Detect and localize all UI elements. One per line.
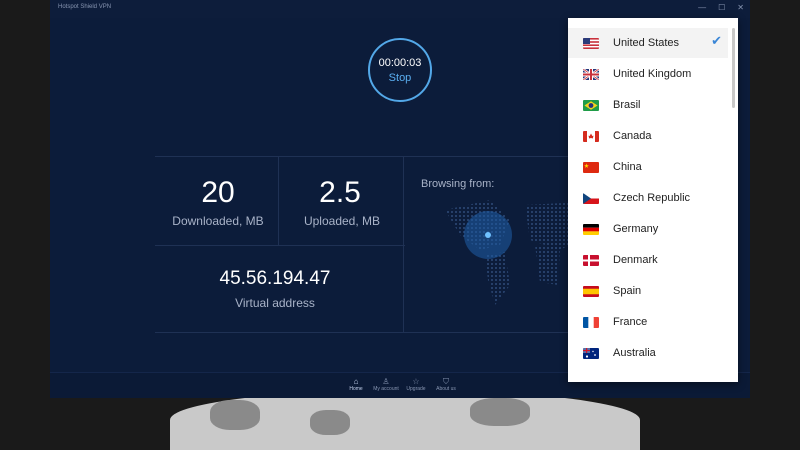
- minimize-button[interactable]: —: [698, 3, 706, 12]
- divider: [155, 245, 405, 246]
- maximize-button[interactable]: ☐: [718, 3, 725, 12]
- country-name: Czech Republic: [613, 192, 691, 204]
- nav-my-account[interactable]: ♙ My account: [369, 377, 403, 392]
- virtual-address-value: 45.56.194.47: [219, 268, 331, 289]
- country-dropdown[interactable]: United States ✔ United Kingdom Brasil Ca…: [568, 18, 738, 382]
- browsing-from-label: Browsing from:: [421, 178, 495, 190]
- user-icon: ♙: [382, 377, 390, 386]
- country-item-united-kingdom[interactable]: United Kingdom: [568, 59, 728, 89]
- checkmark-icon: ✔: [711, 33, 722, 48]
- denmark-flag-icon: [583, 254, 599, 266]
- country-name: Brasil: [613, 99, 641, 111]
- us-flag-icon: [583, 37, 599, 49]
- uk-flag-icon: [583, 68, 599, 80]
- country-item-brasil[interactable]: Brasil: [568, 90, 728, 120]
- nav-about-us-label: About us: [436, 386, 456, 392]
- country-item-australia[interactable]: Australia: [568, 338, 728, 368]
- uploaded-value: 2.5: [319, 176, 361, 209]
- divider: [155, 332, 620, 333]
- nav-upgrade[interactable]: ☆ Upgrade: [399, 377, 433, 392]
- title-bar: Hotspot Shield VPN — ☐ ✕: [50, 0, 750, 18]
- location-marker-icon: [485, 232, 491, 238]
- france-flag-icon: [583, 316, 599, 328]
- star-icon: ☆: [412, 377, 420, 386]
- uploaded-label: Uploaded, MB: [303, 214, 381, 228]
- background-globe: [170, 390, 640, 450]
- australia-flag-icon: [583, 347, 599, 359]
- country-name: China: [613, 161, 642, 173]
- connection-timer[interactable]: 00:00:03 Stop: [368, 38, 432, 102]
- czech-flag-icon: [583, 192, 599, 204]
- germany-flag-icon: [583, 223, 599, 235]
- country-item-denmark[interactable]: Denmark: [568, 245, 728, 275]
- world-map: [445, 200, 588, 305]
- country-item-spain[interactable]: Spain: [568, 276, 728, 306]
- spain-flag-icon: [583, 285, 599, 297]
- country-name: Canada: [613, 130, 652, 142]
- country-item-czech-republic[interactable]: Czech Republic: [568, 183, 728, 213]
- country-name: Germany: [613, 223, 659, 235]
- nav-my-account-label: My account: [373, 386, 399, 392]
- china-flag-icon: [583, 161, 599, 173]
- downloaded-label: Downloaded, MB: [172, 214, 264, 228]
- canada-flag-icon: [583, 130, 599, 142]
- country-name: Spain: [613, 285, 642, 297]
- divider: [403, 156, 404, 332]
- home-icon: ⌂: [353, 377, 359, 386]
- nav-home-label: Home: [349, 386, 363, 392]
- stop-button[interactable]: Stop: [370, 72, 430, 84]
- shield-icon: ⛉: [443, 377, 449, 386]
- country-item-germany[interactable]: Germany: [568, 214, 728, 244]
- country-item-china[interactable]: China: [568, 152, 728, 182]
- country-name: Denmark: [613, 254, 658, 266]
- nav-upgrade-label: Upgrade: [406, 386, 426, 392]
- dropdown-scrollbar[interactable]: [732, 28, 735, 108]
- country-item-france[interactable]: France: [568, 307, 728, 337]
- divider: [155, 156, 620, 157]
- nav-home[interactable]: ⌂ Home: [339, 377, 373, 392]
- country-name: France: [613, 316, 648, 328]
- elapsed-time: 00:00:03: [378, 57, 422, 69]
- country-name: United Kingdom: [613, 68, 692, 80]
- close-button[interactable]: ✕: [737, 3, 744, 12]
- app-title: Hotspot Shield VPN: [58, 4, 112, 10]
- country-name: Australia: [613, 347, 656, 359]
- country-item-united-states[interactable]: United States ✔: [568, 28, 728, 58]
- nav-about-us[interactable]: ⛉ About us: [429, 377, 463, 392]
- country-item-canada[interactable]: Canada: [568, 121, 728, 151]
- brazil-flag-icon: [583, 99, 599, 111]
- divider: [278, 156, 279, 245]
- country-name: United States: [613, 37, 680, 49]
- downloaded-value: 20: [201, 176, 235, 209]
- window-controls: — ☐ ✕: [698, 3, 744, 12]
- virtual-address-label: Virtual address: [235, 296, 315, 310]
